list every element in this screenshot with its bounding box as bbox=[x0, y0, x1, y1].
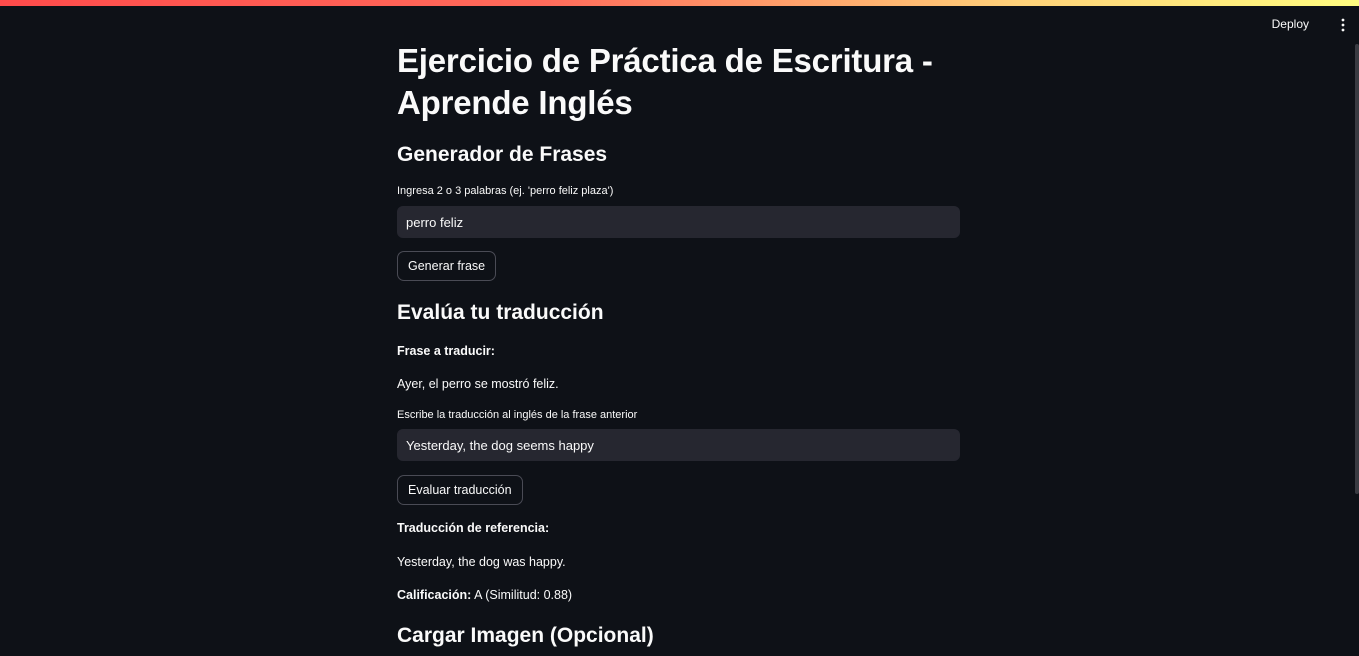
grade-value: A (Similitud: 0.88) bbox=[474, 588, 573, 602]
app-header: Deploy bbox=[0, 6, 1359, 44]
grade-row: Calificación: A (Similitud: 0.88) bbox=[397, 588, 572, 602]
vertical-ellipsis-icon[interactable] bbox=[1338, 17, 1348, 33]
words-input-label: Ingresa 2 o 3 palabras (ej. 'perro feliz… bbox=[397, 185, 614, 197]
generator-heading: Generador de Frases bbox=[397, 143, 608, 166]
reference-text: Yesterday, the dog was happy. bbox=[397, 555, 566, 569]
scrollbar[interactable] bbox=[1355, 44, 1359, 494]
reference-label: Traducción de referencia: bbox=[397, 521, 550, 535]
words-input[interactable]: perro feliz bbox=[397, 206, 960, 238]
grade-label: Calificación: bbox=[397, 588, 472, 602]
translation-input-label: Escribe la traducción al inglés de la fr… bbox=[397, 409, 638, 421]
main-content: Ejercicio de Práctica de Escritura - Apr… bbox=[397, 40, 960, 647]
image-upload-heading: Cargar Imagen (Opcional) bbox=[397, 624, 654, 647]
phrase-label: Frase a traducir: bbox=[397, 344, 495, 358]
page-title: Ejercicio de Práctica de Escritura - Apr… bbox=[397, 42, 933, 121]
phrase-text: Ayer, el perro se mostró feliz. bbox=[397, 377, 559, 391]
deploy-button[interactable]: Deploy bbox=[1272, 17, 1309, 31]
translation-input[interactable]: Yesterday, the dog seems happy bbox=[397, 429, 960, 461]
generate-phrase-button[interactable]: Generar frase bbox=[397, 251, 497, 281]
evaluation-heading: Evalúa tu traducción bbox=[397, 301, 604, 324]
evaluate-translation-button[interactable]: Evaluar traducción bbox=[397, 475, 523, 505]
